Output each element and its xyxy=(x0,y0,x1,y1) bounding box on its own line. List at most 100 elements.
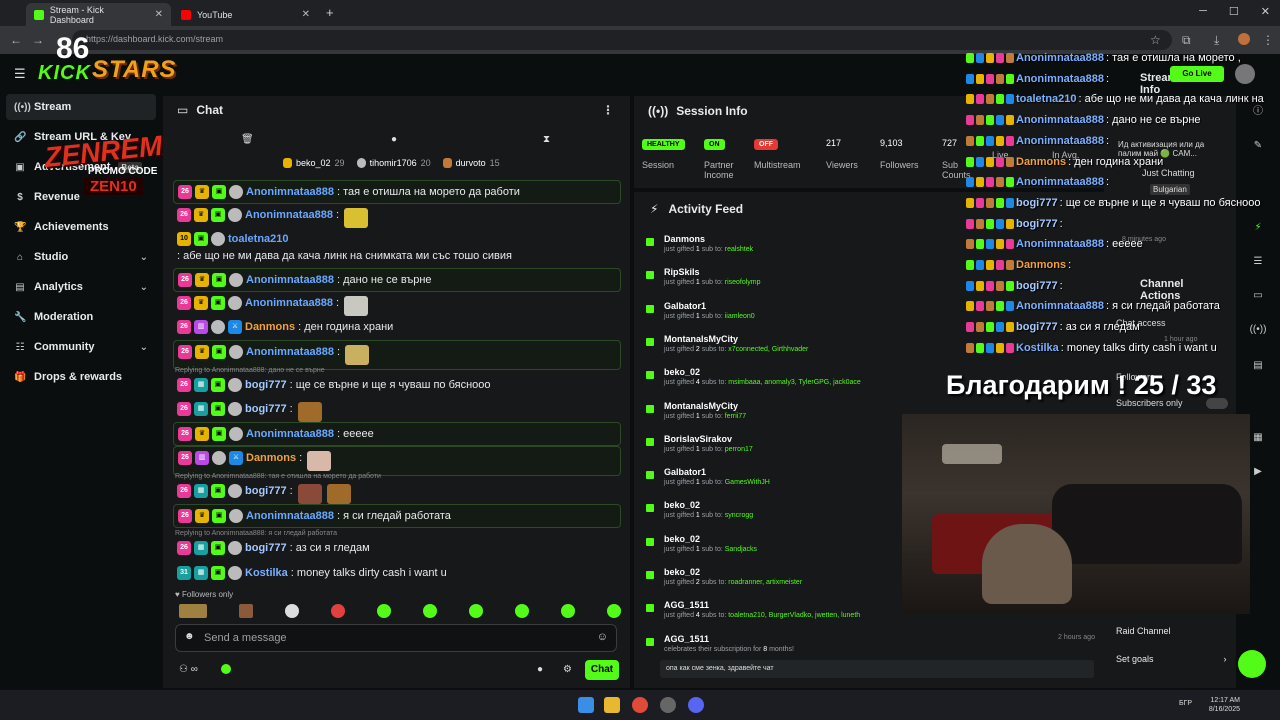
activity-username[interactable]: beko_02 xyxy=(664,500,700,510)
forward-icon[interactable]: → xyxy=(32,33,44,47)
kick-mini-icon[interactable] xyxy=(221,664,231,674)
back-icon[interactable]: ← xyxy=(10,33,22,47)
grid-icon[interactable]: ▦ xyxy=(1248,428,1268,448)
support-chat-bubble-icon[interactable] xyxy=(1238,650,1266,678)
chat-username[interactable]: Anonimnataa888 xyxy=(245,296,333,310)
chat-message[interactable]: 26 ▥ ⚔ Danmons: ден година храни xyxy=(173,316,621,338)
raid-channel-button[interactable]: Raid Channel xyxy=(1116,626,1171,636)
gifter-chip[interactable]: beko_02 29 xyxy=(283,158,345,168)
activity-username[interactable]: AGG_1511 xyxy=(664,600,709,610)
play-icon[interactable]: ▶ xyxy=(1248,462,1268,482)
chrome-icon[interactable] xyxy=(632,697,648,713)
activity-username[interactable]: RipSkils xyxy=(664,267,700,277)
emote-icon[interactable] xyxy=(285,604,299,618)
chat-message[interactable]: 26 ♛ ▣ Anonimnataa888: eeeee xyxy=(173,422,621,446)
emote-icon[interactable] xyxy=(239,604,253,618)
obs-icon[interactable] xyxy=(660,697,676,713)
sidebar-item-studio[interactable]: ⌂ Studio ⌄ xyxy=(6,244,156,270)
chat-username[interactable]: Anonimnataa888 xyxy=(245,208,333,222)
profile-avatar-icon[interactable] xyxy=(1238,33,1250,45)
tab-youtube[interactable]: YouTube ✕ xyxy=(173,3,318,26)
chat-username[interactable]: Anonimnataa888 xyxy=(246,427,334,441)
taskbar-clock[interactable]: 12:17 AM 8/16/2025 xyxy=(1209,696,1240,714)
activity-username[interactable]: beko_02 xyxy=(664,567,700,577)
sidebar-item-moderation[interactable]: 🔧 Moderation xyxy=(6,304,156,330)
trash-icon[interactable]: 🗑 xyxy=(241,134,254,145)
sidebar-item-achievements[interactable]: 🏆 Achievements xyxy=(6,214,156,240)
gear-icon[interactable]: ⚙ xyxy=(563,664,572,675)
activity-username[interactable]: MontanalsMyCity xyxy=(664,334,738,344)
chat-username[interactable]: toaletna210 xyxy=(228,232,289,246)
hamburger-menu-icon[interactable]: ☰ xyxy=(14,66,26,82)
tab-kick-dashboard[interactable]: Stream - Kick Dashboard ✕ xyxy=(26,3,171,26)
menu-dots-icon[interactable]: ⋮ xyxy=(1262,33,1274,47)
emote-icon[interactable] xyxy=(515,604,529,618)
maximize-icon[interactable]: ☐ xyxy=(1229,5,1239,18)
emote-icon[interactable] xyxy=(179,604,207,618)
sidebar-item-drops-rewards[interactable]: 🎁 Drops & rewards xyxy=(6,364,156,390)
chat-username[interactable]: Anonimnataa888 xyxy=(246,509,334,523)
chat-menu-dots-icon[interactable]: ⋮ xyxy=(602,103,614,117)
chat-username[interactable]: Danmons xyxy=(246,451,296,465)
chat-username[interactable]: Anonimnataa888 xyxy=(246,345,334,359)
activity-item[interactable]: AGG_1511 celebrates their subscription fo… xyxy=(646,632,1106,662)
new-tab-icon[interactable]: + xyxy=(326,5,334,20)
activity-username[interactable]: BorislavSirakov xyxy=(664,434,732,444)
chat-message[interactable]: 26 ♛ ▣ Anonimnataa888: дано не се върне xyxy=(173,268,621,292)
set-goals-button[interactable]: Set goals › xyxy=(1116,654,1227,664)
chat-message[interactable]: 26 ♛ ▣ Anonimnataa888: xyxy=(173,340,621,370)
keyboard-language[interactable]: БГР xyxy=(1179,700,1192,707)
activity-username[interactable]: Galbator1 xyxy=(664,467,706,477)
discord-icon[interactable] xyxy=(688,697,704,713)
download-icon[interactable]: ⤓ xyxy=(1214,33,1219,48)
sidebar-item-community[interactable]: ☷ Community ⌄ xyxy=(6,334,156,360)
chat-username[interactable]: Kostilka xyxy=(245,566,288,580)
emote-icon[interactable] xyxy=(331,604,345,618)
sidebar-item-analytics[interactable]: ▤ Analytics ⌄ xyxy=(6,274,156,300)
chat-username[interactable]: Anonimnataa888 xyxy=(246,185,334,199)
chat-message[interactable]: 31 ▦ ▣ Kostilka: money talks dirty cash i … xyxy=(173,562,621,584)
activity-username[interactable]: MontanalsMyCity xyxy=(664,401,738,411)
chat-mode-icon[interactable]: ● xyxy=(391,134,397,145)
emote-icon[interactable] xyxy=(423,604,437,618)
gifter-chip[interactable]: tihomir1706 20 xyxy=(356,158,431,168)
slow-mode-hourglass-icon[interactable]: ⧗ xyxy=(543,134,550,145)
url-input[interactable]: https://dashboard.kick.com/stream xyxy=(72,30,1172,50)
extensions-icon[interactable]: ⧉ xyxy=(1182,33,1191,48)
windows-start-icon[interactable] xyxy=(578,697,594,713)
chat-username[interactable]: bogi777 xyxy=(245,541,287,555)
chat-settings-left-icon[interactable]: ⚇ ∞ xyxy=(179,664,198,675)
overlay-chat-message: Anonimnataa888: дано не се върне xyxy=(966,114,1280,126)
chat-username[interactable]: bogi777 xyxy=(245,378,287,392)
emote-icon[interactable] xyxy=(469,604,483,618)
chat-send-button[interactable]: Chat xyxy=(585,660,619,680)
close-tab-icon[interactable]: ✕ xyxy=(155,9,163,20)
close-window-icon[interactable]: ✕ xyxy=(1261,5,1270,18)
send-message-input[interactable]: ☻ Send a message ☺ xyxy=(175,624,617,652)
chat-username[interactable]: bogi777 xyxy=(245,402,287,416)
file-explorer-icon[interactable] xyxy=(604,697,620,713)
activity-username[interactable]: beko_02 xyxy=(664,367,700,377)
activity-username[interactable]: AGG_1511 xyxy=(664,634,709,644)
chat-username[interactable]: Danmons xyxy=(245,320,295,334)
activity-username[interactable]: Galbator1 xyxy=(664,301,706,311)
chat-message[interactable]: 26 ▦ ▣ bogi777: аз си я гледам xyxy=(173,537,621,559)
chat-message[interactable]: 26 ♛ ▣ Anonimnataa888: я си гледай работат… xyxy=(173,504,621,528)
chat-message[interactable]: 26 ▥ ⚔ Danmons: xyxy=(173,446,621,476)
chat-username[interactable]: Anonimnataa888 xyxy=(246,273,334,287)
chat-username[interactable]: bogi777 xyxy=(245,484,287,498)
emoji-picker-icon[interactable]: ☺ xyxy=(597,631,608,643)
chat-message[interactable]: 10 ▣ toaletna210: абе що не ми дава да ка… xyxy=(173,228,621,267)
close-tab-icon[interactable]: ✕ xyxy=(302,9,310,20)
chat-bubble-small-icon[interactable]: ● xyxy=(537,664,543,675)
chat-message[interactable]: 26 ▦ ▣ bogi777: ще се върне и ще я чуваш п… xyxy=(173,374,621,396)
activity-username[interactable]: Danmons xyxy=(664,234,705,244)
minimize-icon[interactable]: ─ xyxy=(1199,5,1207,18)
chat-message[interactable]: 26 ♛ ▣ Anonimnataa888: тая е отишла на мор… xyxy=(173,180,621,204)
activity-username[interactable]: beko_02 xyxy=(664,534,700,544)
emote-icon[interactable] xyxy=(561,604,575,618)
bookmark-star-icon[interactable]: ☆ xyxy=(1150,33,1161,47)
emote-icon[interactable] xyxy=(377,604,391,618)
emote-icon[interactable] xyxy=(607,604,621,618)
gifter-chip[interactable]: durvoto 15 xyxy=(442,158,500,168)
